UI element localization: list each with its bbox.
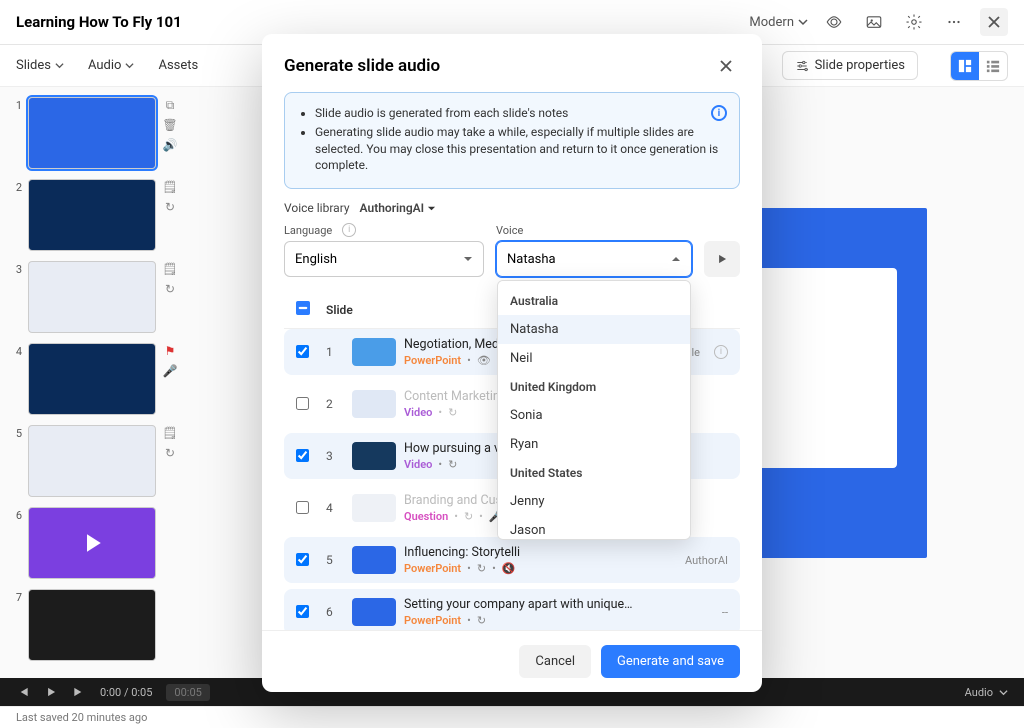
row-checkbox[interactable] <box>296 605 309 618</box>
voice-input[interactable] <box>507 252 671 267</box>
generate-audio-modal: Generate slide audio Slide audio is gene… <box>262 34 762 692</box>
refresh-icon: ↻ <box>477 562 486 575</box>
row-number: 3 <box>326 449 344 463</box>
row-checkbox[interactable] <box>296 397 309 410</box>
row-thumb <box>352 442 396 470</box>
row-checkbox[interactable] <box>296 501 309 514</box>
voice-label: Voice <box>496 224 692 237</box>
dropdown-item[interactable]: Ryan <box>498 430 690 459</box>
cancel-button[interactable]: Cancel <box>519 645 591 678</box>
row-type: PowerPoint <box>404 354 461 367</box>
row-type: Video <box>404 458 432 471</box>
row-type: Video <box>404 406 432 419</box>
row-thumb <box>352 338 396 366</box>
chevron-up-icon <box>671 254 681 264</box>
row-type: PowerPoint <box>404 562 461 575</box>
eye-icon: 👁 <box>477 354 491 367</box>
row-type: PowerPoint <box>404 614 461 627</box>
row-checkbox[interactable] <box>296 553 309 566</box>
voice-select[interactable]: Australia Natasha Neil United Kingdom So… <box>496 241 692 277</box>
row-checkbox[interactable] <box>296 449 309 462</box>
refresh-icon: ↻ <box>464 510 473 523</box>
row-thumb <box>352 494 396 522</box>
dropdown-group: Australia <box>498 287 690 315</box>
row-number: 2 <box>326 397 344 411</box>
voice-library-label: Voice library <box>284 201 350 215</box>
preview-voice-button[interactable] <box>704 241 740 277</box>
row-number: 6 <box>326 605 344 619</box>
row-status: -- <box>648 606 728 619</box>
row-checkbox[interactable] <box>296 345 309 358</box>
voice-library-value: AuthoringAI <box>360 201 425 215</box>
info-line: Generating slide audio may take a while,… <box>315 124 725 174</box>
generate-save-button[interactable]: Generate and save <box>601 645 740 678</box>
dropdown-group: United Kingdom <box>498 373 690 401</box>
table-row[interactable]: 6 Setting your company apart with unique… <box>284 589 740 630</box>
info-icon[interactable]: i <box>714 345 728 359</box>
row-status: AuthorAI <box>648 554 728 567</box>
row-thumb <box>352 390 396 418</box>
table-row[interactable]: 5 Influencing: StorytelliPowerPoint•↻•🔇 … <box>284 537 740 583</box>
modal-close-button[interactable] <box>712 52 740 80</box>
speaker-off-icon: 🔇 <box>502 562 516 575</box>
info-icon: i <box>711 105 727 121</box>
row-title: Setting your company apart with unique… <box>404 597 640 612</box>
dropdown-group: United States <box>498 459 690 487</box>
row-number: 1 <box>326 345 344 359</box>
row-type: Question <box>404 510 448 523</box>
refresh-icon: ↻ <box>477 614 486 627</box>
row-thumb <box>352 546 396 574</box>
chevron-down-icon <box>463 254 473 264</box>
refresh-icon: ↻ <box>448 458 457 471</box>
row-title: Influencing: Storytelli <box>404 545 640 560</box>
language-value: English <box>295 252 337 267</box>
language-label: Language i <box>284 223 484 237</box>
language-select[interactable]: English <box>284 241 484 277</box>
dropdown-item[interactable]: Jenny <box>498 487 690 516</box>
refresh-icon: ↻ <box>448 406 457 419</box>
info-icon: i <box>342 223 356 237</box>
info-line: Slide audio is generated from each slide… <box>315 105 725 122</box>
chevron-down-icon <box>427 204 436 213</box>
dropdown-item[interactable]: Neil <box>498 344 690 373</box>
play-icon <box>715 252 729 266</box>
row-thumb <box>352 598 396 626</box>
select-all-checkbox[interactable] <box>296 301 310 315</box>
modal-title: Generate slide audio <box>284 56 440 76</box>
info-notice: Slide audio is generated from each slide… <box>284 92 740 189</box>
dropdown-item[interactable]: Jason <box>498 516 690 540</box>
row-number: 4 <box>326 501 344 515</box>
dropdown-item[interactable]: Sonia <box>498 401 690 430</box>
voice-library-dropdown[interactable]: AuthoringAI <box>360 201 437 215</box>
dropdown-item[interactable]: Natasha <box>498 315 690 344</box>
voice-dropdown: Australia Natasha Neil United Kingdom So… <box>497 280 691 540</box>
row-number: 5 <box>326 553 344 567</box>
